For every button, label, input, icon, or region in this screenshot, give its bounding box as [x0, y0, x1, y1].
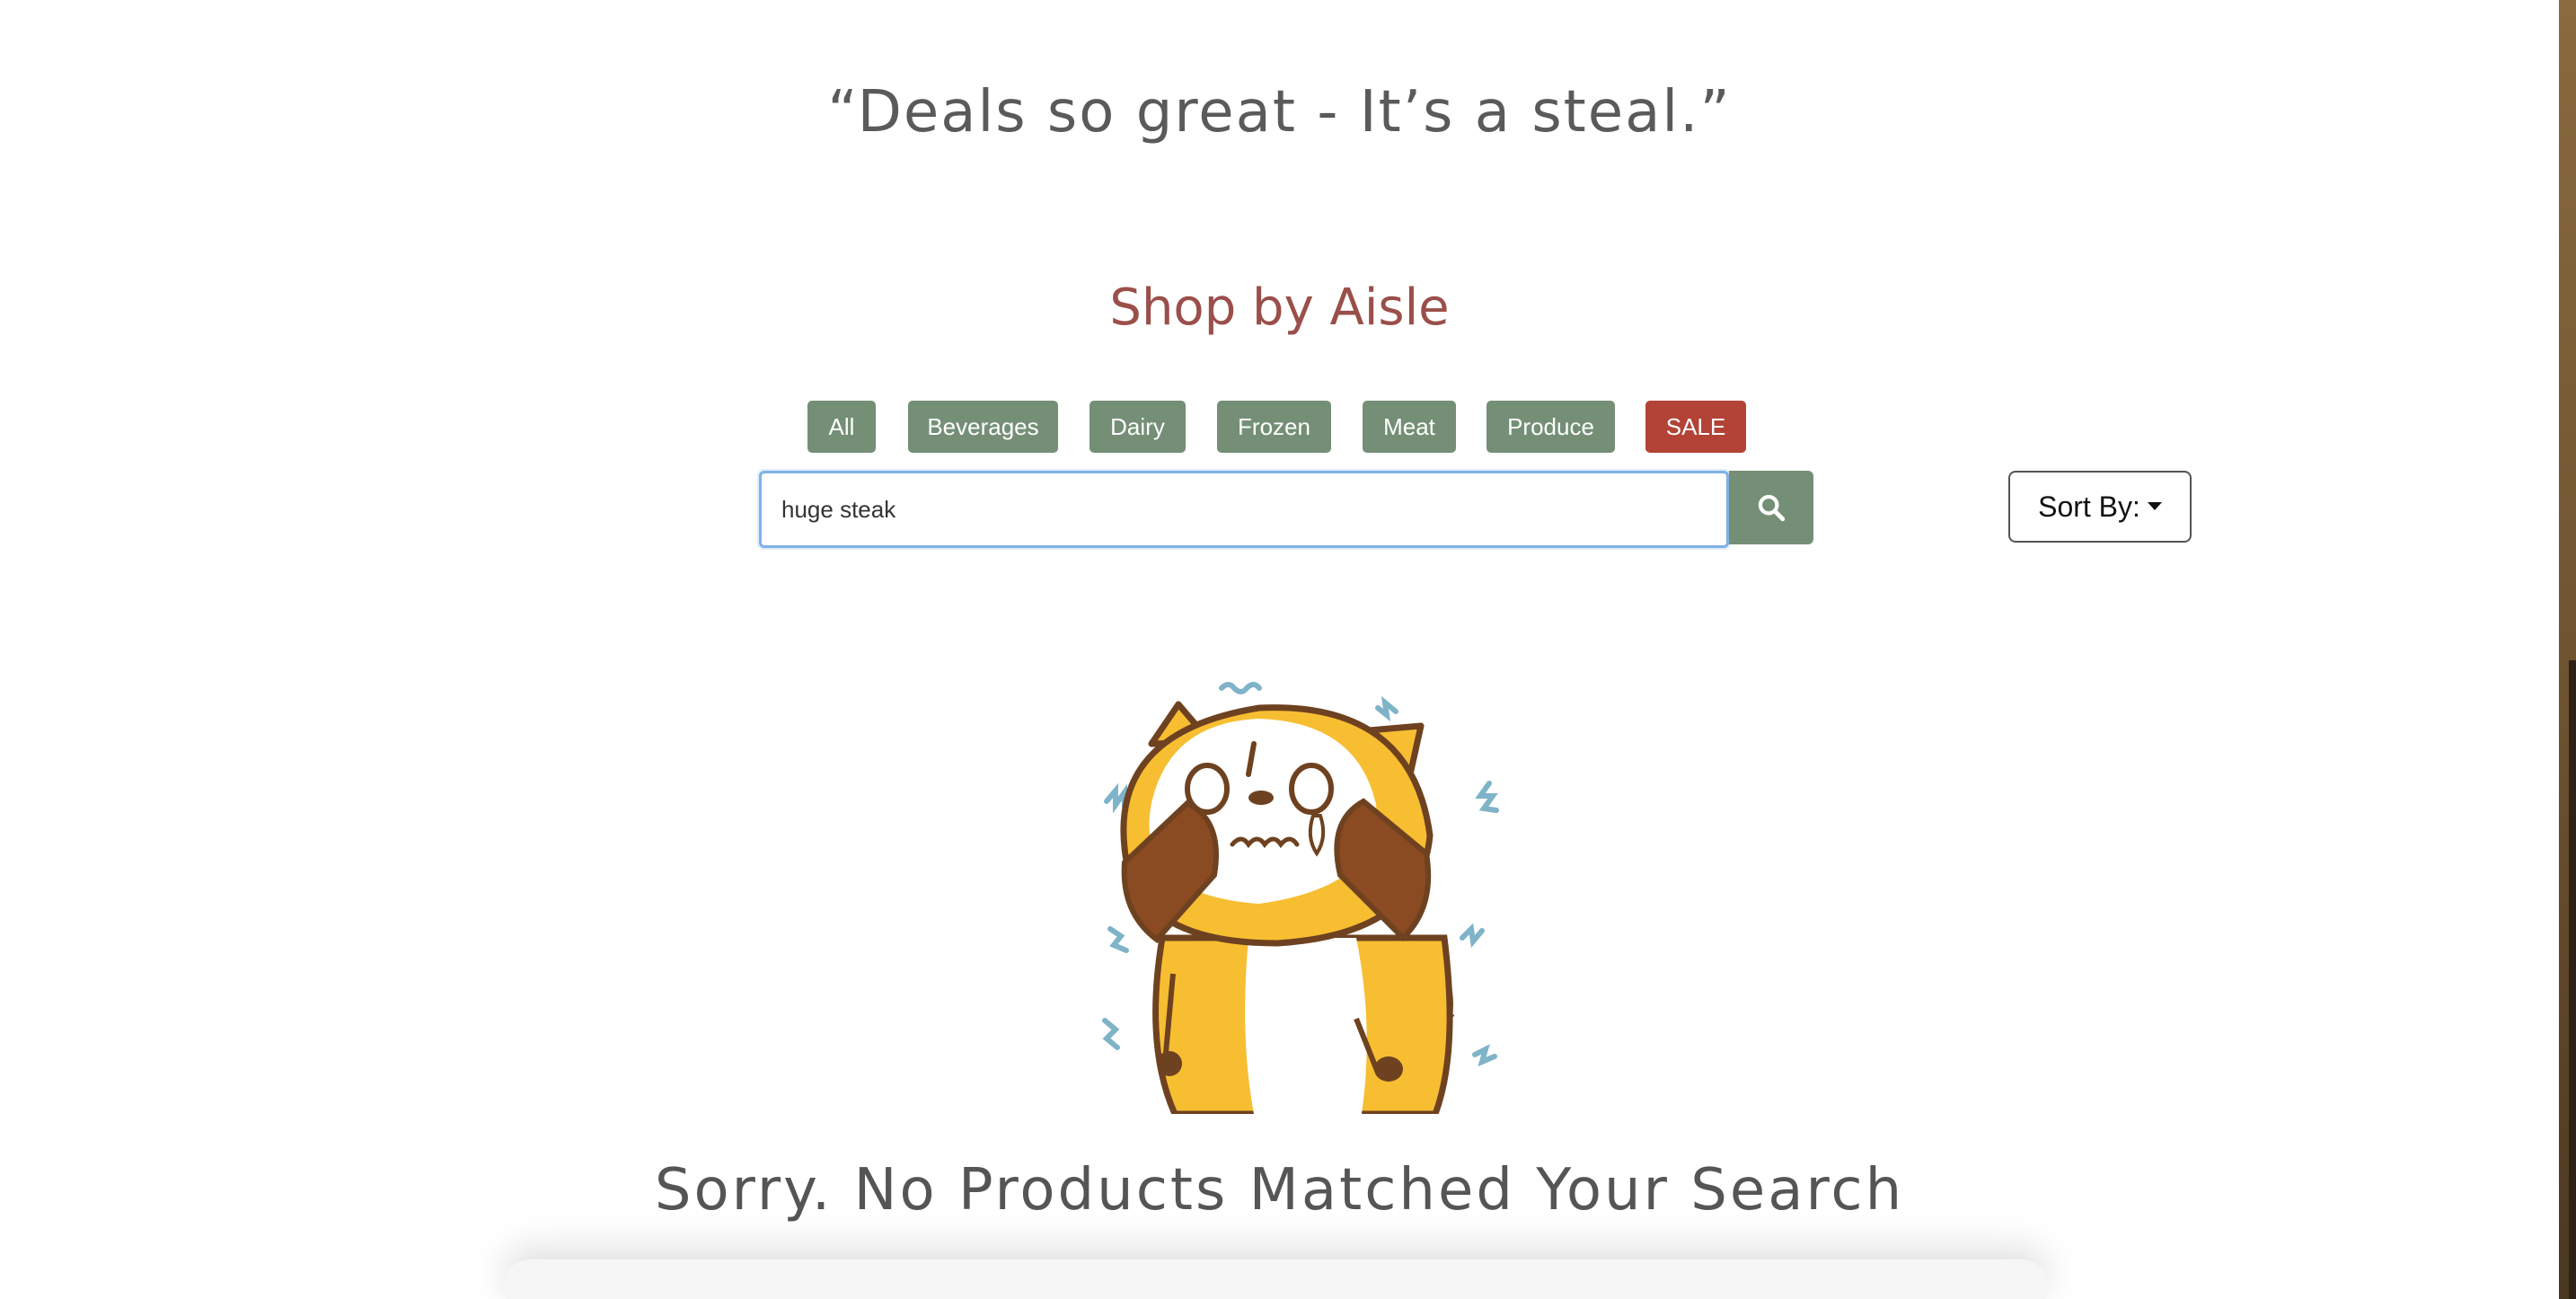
scrollbar-thumb[interactable]: [2569, 660, 2576, 1299]
search-input[interactable]: [759, 471, 1729, 548]
search-icon: [1758, 494, 1786, 522]
sort-dropdown-button[interactable]: Sort By:: [2008, 471, 2192, 543]
search-button[interactable]: [1729, 471, 1813, 544]
shop-by-aisle-heading: Shop by Aisle: [1109, 278, 1450, 337]
tagline: “Deals so great - It’s a steal.”: [827, 79, 1732, 146]
aisle-button-dairy[interactable]: Dairy: [1090, 401, 1186, 453]
aisle-filter-bar: All Beverages Dairy Frozen Meat Produce …: [0, 401, 2559, 453]
aisle-button-produce[interactable]: Produce: [1486, 401, 1615, 453]
results-panel-edge: [503, 1259, 2048, 1299]
scared-raccoon-illustration: [1102, 682, 1499, 1114]
aisle-button-beverages[interactable]: Beverages: [908, 401, 1058, 453]
window-edge: [2559, 0, 2576, 1299]
aisle-button-frozen[interactable]: Frozen: [1217, 401, 1331, 453]
aisle-button-sale[interactable]: SALE: [1645, 401, 1746, 453]
sort-label: Sort By:: [2038, 490, 2140, 523]
aisle-button-meat[interactable]: Meat: [1363, 401, 1456, 453]
aisle-button-all[interactable]: All: [807, 401, 876, 453]
chevron-down-icon: [2147, 501, 2162, 510]
no-results-message: Sorry. No Products Matched Your Search: [654, 1157, 1905, 1224]
